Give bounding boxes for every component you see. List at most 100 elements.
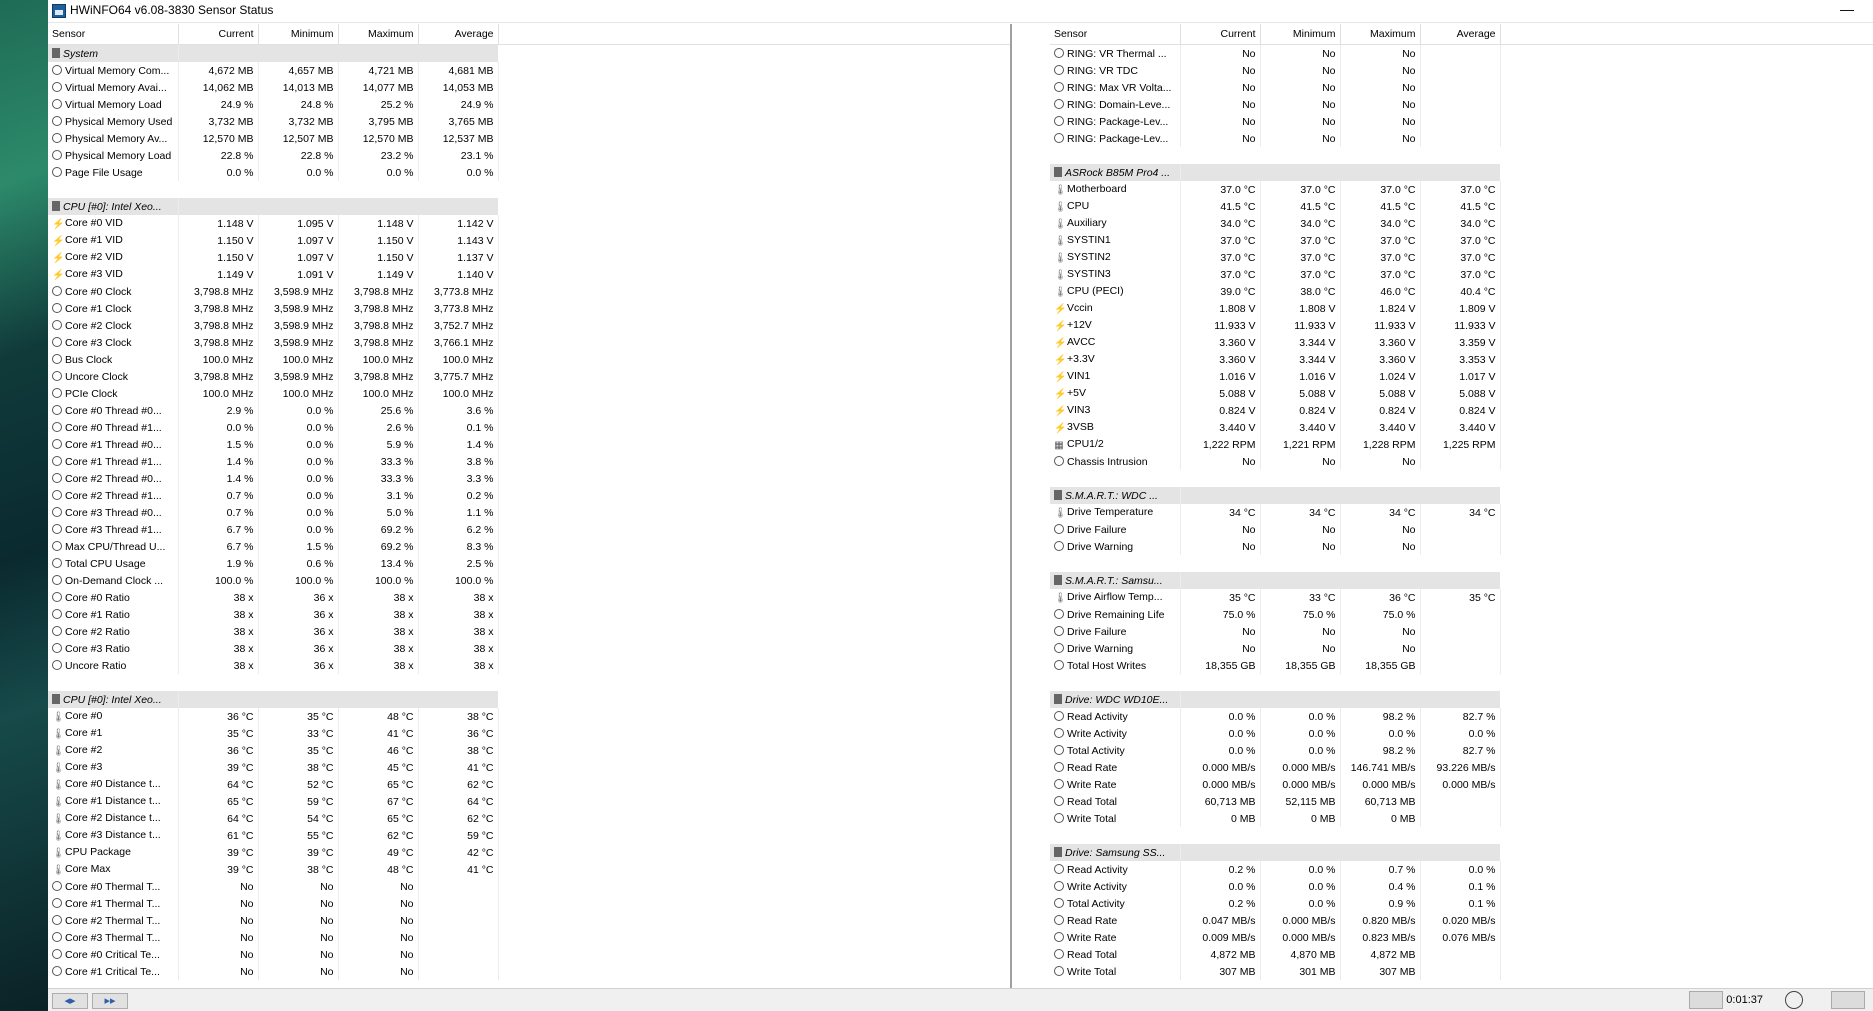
column-header-maximum[interactable]: Maximum [1340, 24, 1421, 45]
sensor-row[interactable]: ⚡3VSB 3.440 V 3.440 V 3.440 V 3.440 V [1050, 419, 1873, 436]
sensor-row[interactable]: ⚡Core #1 VID 1.150 V 1.097 V 1.150 V 1.143 V [48, 232, 1010, 249]
sensor-row[interactable]: Core #1 Thread #1... 1.4 % 0.0 % 33.3 % 3.8 … [48, 453, 1010, 470]
sensor-row[interactable]: ⚡+12V 11.933 V 11.933 V 11.933 V 11.933 V [1050, 317, 1873, 334]
sensor-row[interactable]: 🌡SYSTIN3 37.0 °C 37.0 °C 37.0 °C 37.0 °C [1050, 266, 1873, 283]
sensor-row[interactable]: 🌡Core #0 36 °C 35 °C 48 °C 38 °C [48, 708, 1010, 725]
sensor-row[interactable]: 🌡Core #3 39 °C 38 °C 45 °C 41 °C [48, 759, 1010, 776]
sensor-row[interactable]: Write Total 0 MB 0 MB 0 MB [1050, 810, 1873, 827]
minimize-button[interactable]: — [1827, 0, 1867, 22]
sensor-row[interactable]: RING: Domain-Leve... No No No [1050, 96, 1873, 113]
sensor-group-header[interactable]: CPU [#0]: Intel Xeo... [48, 691, 1010, 708]
sensor-row[interactable]: ⚡Core #3 VID 1.149 V 1.091 V 1.149 V 1.140 V [48, 266, 1010, 283]
sensor-row[interactable]: RING: Max VR Volta... No No No [1050, 79, 1873, 96]
sensor-group-header[interactable]: Drive: Samsung SS... [1050, 844, 1873, 861]
sensor-row[interactable]: Write Rate 0.009 MB/s 0.000 MB/s 0.823 MB/s… [1050, 929, 1873, 946]
sensor-row[interactable]: ▦ CPU1/2 1,222 RPM 1,221 RPM 1,228 RPM 1,225 … [1050, 436, 1873, 453]
sensor-row[interactable]: Drive Warning No No No [1050, 640, 1873, 657]
sensor-row[interactable]: Drive Failure No No No [1050, 623, 1873, 640]
sensor-row[interactable]: Page File Usage 0.0 % 0.0 % 0.0 % 0.0 % [48, 164, 1010, 181]
sensor-group-header[interactable]: S.M.A.R.T.: WDC ... [1050, 487, 1873, 504]
sensor-row[interactable]: Read Rate 0.000 MB/s 0.000 MB/s 146.741 MB/… [1050, 759, 1873, 776]
sensor-row[interactable]: ⚡Core #0 VID 1.148 V 1.095 V 1.148 V 1.142 V [48, 215, 1010, 232]
clock-icon[interactable] [1785, 991, 1803, 1009]
column-header-maximum[interactable]: Maximum [338, 24, 419, 45]
sensor-row[interactable]: RING: VR Thermal ... No No No [1050, 44, 1873, 62]
sensor-row[interactable]: Core #2 Thermal T... No No No [48, 912, 1010, 929]
sensor-row[interactable]: Physical Memory Load 22.8 % 22.8 % 23.2 % 23… [48, 147, 1010, 164]
sensor-row[interactable]: 🌡Core Max 39 °C 38 °C 48 °C 41 °C [48, 861, 1010, 878]
sensor-group-header[interactable]: ASRock B85M Pro4 ... [1050, 164, 1873, 181]
sensor-row[interactable]: Total Host Writes 18,355 GB 18,355 GB 18,35… [1050, 657, 1873, 674]
sensor-row[interactable]: ⚡AVCC 3.360 V 3.344 V 3.360 V 3.359 V [1050, 334, 1873, 351]
sensor-row[interactable]: ⚡Vccin 1.808 V 1.808 V 1.824 V 1.809 V [1050, 300, 1873, 317]
nav-forward-button[interactable]: ▸▸ [92, 993, 128, 1009]
sensor-row[interactable]: ⚡+3.3V 3.360 V 3.344 V 3.360 V 3.353 V [1050, 351, 1873, 368]
sensor-row[interactable]: Write Activity 0.0 % 0.0 % 0.4 % 0.1 % [1050, 878, 1873, 895]
sensor-row[interactable]: 🌡CPU (PECI) 39.0 °C 38.0 °C 46.0 °C 40.4 °C [1050, 283, 1873, 300]
sensor-group-header[interactable]: S.M.A.R.T.: Samsu... [1050, 572, 1873, 589]
sensor-row[interactable]: Read Activity 0.2 % 0.0 % 0.7 % 0.0 % [1050, 861, 1873, 878]
column-header-sensor[interactable]: Sensor [1050, 24, 1181, 45]
sensor-row[interactable]: Chassis Intrusion No No No [1050, 453, 1873, 470]
sensor-row[interactable]: Write Activity 0.0 % 0.0 % 0.0 % 0.0 % [1050, 725, 1873, 742]
sensor-row[interactable]: Core #3 Thermal T... No No No [48, 929, 1010, 946]
sensor-row[interactable]: Virtual Memory Com... 4,672 MB 4,657 MB 4,7… [48, 62, 1010, 79]
sensor-row[interactable]: Core #0 Clock 3,798.8 MHz 3,598.9 MHz 3,798… [48, 283, 1010, 300]
nav-back-button[interactable]: ◂▸ [52, 993, 88, 1009]
column-header-current[interactable]: Current [1180, 24, 1261, 45]
sensor-row[interactable]: Physical Memory Av... 12,570 MB 12,507 MB 1… [48, 130, 1010, 147]
sensor-row[interactable]: Virtual Memory Avai... 14,062 MB 14,013 MB… [48, 79, 1010, 96]
sensor-row[interactable]: Drive Remaining Life 75.0 % 75.0 % 75.0 % [1050, 606, 1873, 623]
sensor-row[interactable]: Core #2 Ratio 38 x 36 x 38 x 38 x [48, 623, 1010, 640]
settings-icon[interactable] [1831, 991, 1865, 1009]
sensor-row[interactable]: ⚡VIN1 1.016 V 1.016 V 1.024 V 1.017 V [1050, 368, 1873, 385]
column-header-minimum[interactable]: Minimum [1260, 24, 1341, 45]
sensor-row[interactable]: Core #2 Thread #0... 1.4 % 0.0 % 33.3 % 3.3 … [48, 470, 1010, 487]
sensor-row[interactable]: Uncore Ratio 38 x 36 x 38 x 38 x [48, 657, 1010, 674]
sensor-row[interactable]: Core #3 Clock 3,798.8 MHz 3,598.9 MHz 3,798… [48, 334, 1010, 351]
sensor-row[interactable]: Core #1 Ratio 38 x 36 x 38 x 38 x [48, 606, 1010, 623]
sensor-row[interactable]: Core #2 Clock 3,798.8 MHz 3,598.9 MHz 3,798… [48, 317, 1010, 334]
sensor-row[interactable]: RING: Package-Lev... No No No [1050, 130, 1873, 147]
sensor-row[interactable]: Write Rate 0.000 MB/s 0.000 MB/s 0.000 MB/s… [1050, 776, 1873, 793]
sensor-row[interactable]: 🌡Core #2 Distance t... 64 °C 54 °C 65 °C 62 … [48, 810, 1010, 827]
sensor-row[interactable]: 🌡Drive Airflow Temp... 35 °C 33 °C 36 °C 35 … [1050, 589, 1873, 606]
sensor-row[interactable]: PCIe Clock 100.0 MHz 100.0 MHz 100.0 MHz 100… [48, 385, 1010, 402]
sensor-row[interactable]: RING: Package-Lev... No No No [1050, 113, 1873, 130]
sensor-row[interactable]: Core #1 Thread #0... 1.5 % 0.0 % 5.9 % 1.4 % [48, 436, 1010, 453]
sensor-group-header[interactable]: CPU [#0]: Intel Xeo... [48, 198, 1010, 215]
column-header-average[interactable]: Average [1420, 24, 1501, 45]
sensor-row[interactable]: Bus Clock 100.0 MHz 100.0 MHz 100.0 MHz 100.… [48, 351, 1010, 368]
sensor-row[interactable]: 🌡Core #0 Distance t... 64 °C 52 °C 65 °C 62 … [48, 776, 1010, 793]
sensor-row[interactable]: Core #0 Critical Te... No No No [48, 946, 1010, 963]
column-header-minimum[interactable]: Minimum [258, 24, 339, 45]
sensor-row[interactable]: Core #1 Critical Te... No No No [48, 963, 1010, 980]
sensor-row[interactable]: Core #0 Thermal T... No No No [48, 878, 1010, 895]
sensor-row[interactable]: Uncore Clock 3,798.8 MHz 3,598.9 MHz 3,798.… [48, 368, 1010, 385]
sensor-row[interactable]: Max CPU/Thread U... 6.7 % 1.5 % 69.2 % 8.3 % [48, 538, 1010, 555]
sensor-row[interactable]: Total Activity 0.0 % 0.0 % 98.2 % 82.7 % [1050, 742, 1873, 759]
sensor-row[interactable]: Core #2 Thread #1... 0.7 % 0.0 % 3.1 % 0.2 % [48, 487, 1010, 504]
sensor-row[interactable]: ⚡Core #2 VID 1.150 V 1.097 V 1.150 V 1.137 V [48, 249, 1010, 266]
sensor-row[interactable]: 🌡SYSTIN2 37.0 °C 37.0 °C 37.0 °C 37.0 °C [1050, 249, 1873, 266]
sensor-row[interactable]: Core #3 Thread #0... 0.7 % 0.0 % 5.0 % 1.1 % [48, 504, 1010, 521]
sensor-row[interactable]: RING: VR TDC No No No [1050, 62, 1873, 79]
sensor-row[interactable]: Core #3 Ratio 38 x 36 x 38 x 38 x [48, 640, 1010, 657]
sensor-row[interactable]: Total CPU Usage 1.9 % 0.6 % 13.4 % 2.5 % [48, 555, 1010, 572]
sensor-row[interactable]: 🌡Auxiliary 34.0 °C 34.0 °C 34.0 °C 34.0 °C [1050, 215, 1873, 232]
column-header-sensor[interactable]: Sensor [48, 24, 179, 45]
sensor-row[interactable]: Core #0 Thread #0... 2.9 % 0.0 % 25.6 % 3.6 … [48, 402, 1010, 419]
sensor-row[interactable]: Physical Memory Used 3,732 MB 3,732 MB 3,79… [48, 113, 1010, 130]
sensor-row[interactable]: 🌡SYSTIN1 37.0 °C 37.0 °C 37.0 °C 37.0 °C [1050, 232, 1873, 249]
column-header-average[interactable]: Average [418, 24, 499, 45]
sensor-row[interactable]: Drive Failure No No No [1050, 521, 1873, 538]
sensor-row[interactable]: Core #0 Ratio 38 x 36 x 38 x 38 x [48, 589, 1010, 606]
sensor-row[interactable]: 🌡Core #2 36 °C 35 °C 46 °C 38 °C [48, 742, 1010, 759]
sensor-row[interactable]: 🌡Drive Temperature 34 °C 34 °C 34 °C 34 °C [1050, 504, 1873, 521]
sensor-row[interactable]: On-Demand Clock ... 100.0 % 100.0 % 100.0 %… [48, 572, 1010, 589]
sensor-row[interactable]: Read Total 60,713 MB 52,115 MB 60,713 MB [1050, 793, 1873, 810]
sensor-row[interactable]: 🌡Core #3 Distance t... 61 °C 55 °C 62 °C 59 … [48, 827, 1010, 844]
sensor-row[interactable]: 🌡Motherboard 37.0 °C 37.0 °C 37.0 °C 37.0 °C [1050, 181, 1873, 198]
sensor-row[interactable]: ⚡+5V 5.088 V 5.088 V 5.088 V 5.088 V [1050, 385, 1873, 402]
sensor-row[interactable]: 🌡Core #1 35 °C 33 °C 41 °C 36 °C [48, 725, 1010, 742]
